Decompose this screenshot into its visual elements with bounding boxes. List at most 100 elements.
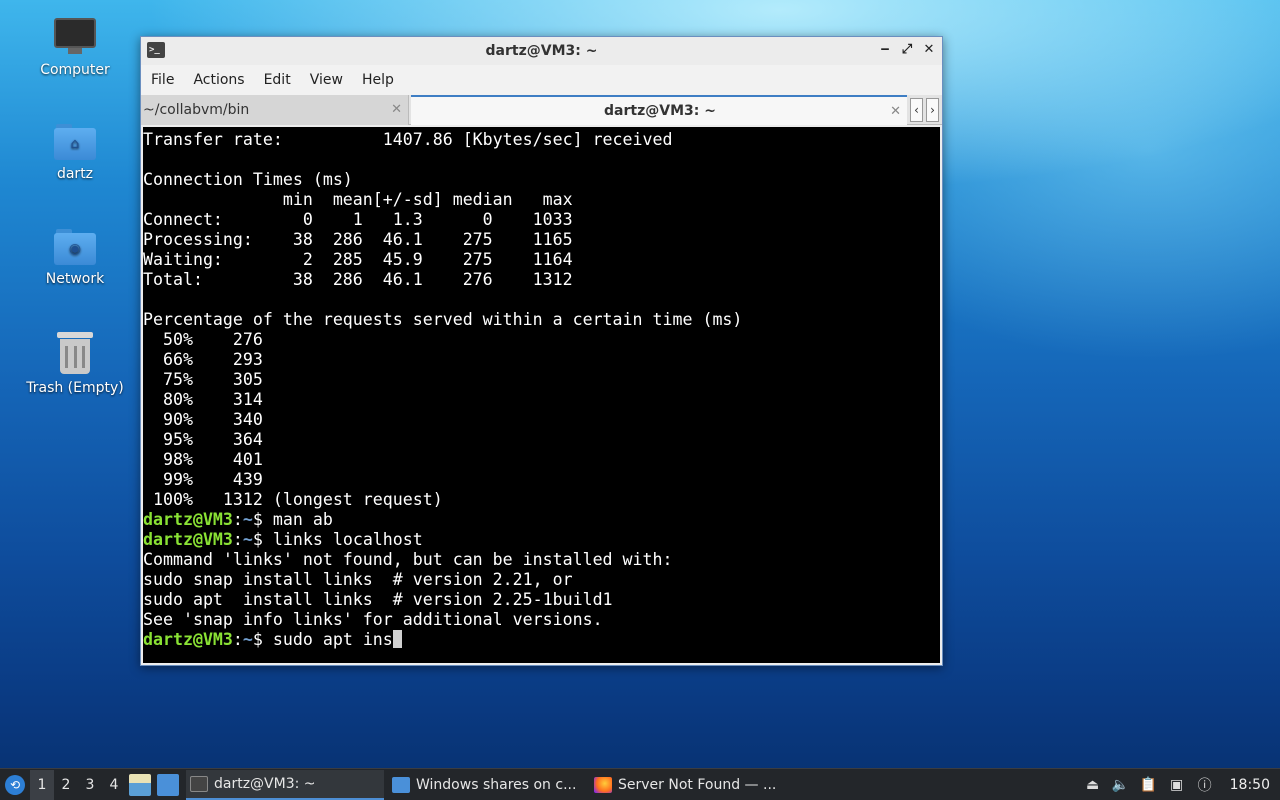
task-label: dartz@VM3: ~ <box>214 775 316 792</box>
prompt-symbol: $ <box>252 510 273 529</box>
menu-actions[interactable]: Actions <box>187 72 257 88</box>
terminal-line: Waiting: 2 285 45.9 275 1164 <box>143 250 573 269</box>
window-titlebar[interactable]: >_ dartz@VM3: ~ ‒ ⤢ ✕ <box>141 37 942 65</box>
network-folder-icon: ◉ <box>54 229 96 265</box>
minimize-button[interactable]: ‒ <box>878 41 892 59</box>
command-text: man ab <box>272 510 333 529</box>
clipboard-icon[interactable]: 📋 <box>1140 776 1158 794</box>
prompt-user-host: dartz@VM3 <box>143 510 233 529</box>
desktop-switch-4[interactable]: 4 <box>102 770 126 800</box>
menu-edit[interactable]: Edit <box>258 72 304 88</box>
close-button[interactable]: ✕ <box>922 41 936 59</box>
desktop-icon-label: Trash (Empty) <box>26 380 124 396</box>
prompt-line-current[interactable]: dartz@VM3:~$ sudo apt ins <box>143 630 940 650</box>
prompt-user-host: dartz@VM3 <box>143 530 233 549</box>
tab-close-icon[interactable]: ✕ <box>391 102 402 117</box>
desktop-icon-trash[interactable]: Trash (Empty) <box>20 332 130 396</box>
prompt-separator: : <box>232 630 243 649</box>
text-cursor <box>392 630 402 648</box>
terminal-line: 50% 276 <box>143 330 263 349</box>
task-firefox[interactable]: Server Not Found — ... <box>590 770 788 800</box>
terminal-line: 98% 401 <box>143 450 263 469</box>
desktop-icon-label: dartz <box>56 166 94 182</box>
desktop-switch-1[interactable]: 1 <box>30 769 54 800</box>
tab-close-icon[interactable]: ✕ <box>890 104 901 119</box>
terminal-line: sudo apt install links # version 2.25-1b… <box>143 590 613 609</box>
desktop-switch-3[interactable]: 3 <box>78 770 102 800</box>
terminal-line: 100% 1312 (longest request) <box>143 490 443 509</box>
trash-icon <box>57 332 93 374</box>
prompt-separator: : <box>232 510 243 529</box>
terminal-window: >_ dartz@VM3: ~ ‒ ⤢ ✕ File Actions Edit … <box>140 36 943 666</box>
terminal-icon <box>190 775 208 792</box>
terminal-line: Processing: 38 286 46.1 275 1165 <box>143 230 573 249</box>
terminal-line: See 'snap info links' for additional ver… <box>143 610 603 629</box>
computer-icon <box>54 18 96 56</box>
terminal-line: Transfer rate: 1407.86 [Kbytes/sec] rece… <box>143 130 673 149</box>
menu-help[interactable]: Help <box>356 72 407 88</box>
maximize-button[interactable]: ⤢ <box>900 41 914 59</box>
terminal-line: 99% 439 <box>143 470 263 489</box>
task-label: Windows shares on c... <box>416 776 577 793</box>
firefox-icon <box>594 776 612 793</box>
prompt-path: ~ <box>242 630 253 649</box>
menu-file[interactable]: File <box>145 72 187 88</box>
task-label: Server Not Found — ... <box>618 776 777 793</box>
start-menu-button[interactable]: ⟲ <box>0 770 30 800</box>
system-tray: ⏏ 🔈 📋 ▣ ⓘ 18:50 <box>1084 776 1280 794</box>
terminal-line: Connection Times (ms) <box>143 170 353 189</box>
prompt-user-host: dartz@VM3 <box>143 630 233 649</box>
desktop-icon-network[interactable]: ◉ Network <box>20 229 130 287</box>
terminal-line: 90% 340 <box>143 410 263 429</box>
show-desktop-icon[interactable] <box>157 773 179 796</box>
tab-scroll-right-button[interactable]: › <box>926 98 939 122</box>
home-folder-icon: ⌂ <box>54 124 96 160</box>
terminal-line: 66% 293 <box>143 350 263 369</box>
terminal-line: sudo snap install links # version 2.21, … <box>143 570 573 589</box>
tab-bar: ~/collabvm/bin ✕ dartz@VM3: ~ ✕ ‹ › <box>141 95 942 125</box>
command-text: links localhost <box>272 530 423 549</box>
menu-view[interactable]: View <box>304 72 356 88</box>
desktop-icon-label: Computer <box>40 62 110 78</box>
prompt-line: dartz@VM3:~$ links localhost <box>143 530 940 550</box>
tab-scroll-left-button[interactable]: ‹ <box>910 98 923 122</box>
taskbar: ⟲ 1 2 3 4 dartz@VM3: ~ Windows shares on… <box>0 768 1280 800</box>
current-input[interactable]: sudo apt ins <box>273 630 393 649</box>
update-icon[interactable]: ⓘ <box>1196 776 1214 794</box>
file-manager-launcher-icon[interactable] <box>129 773 151 796</box>
prompt-path: ~ <box>242 530 253 549</box>
network-icon[interactable]: ▣ <box>1168 776 1186 794</box>
desktop-icon-label: Network <box>45 271 105 287</box>
window-title: dartz@VM3: ~ <box>485 43 598 59</box>
terminal-output[interactable]: Transfer rate: 1407.86 [Kbytes/sec] rece… <box>143 127 940 663</box>
terminal-line: min mean[+/-sd] median max <box>143 190 573 209</box>
terminal-line: Percentage of the requests served within… <box>143 310 743 329</box>
terminal-line: Connect: 0 1 1.3 0 1033 <box>143 210 573 229</box>
task-terminal[interactable]: dartz@VM3: ~ <box>186 769 384 800</box>
terminal-app-icon[interactable]: >_ <box>147 42 165 58</box>
prompt-symbol: $ <box>252 530 273 549</box>
prompt-symbol: $ <box>252 630 273 649</box>
tab-home[interactable]: dartz@VM3: ~ ✕ <box>411 95 907 125</box>
desktop-switch-2[interactable]: 2 <box>54 770 78 800</box>
start-menu-icon: ⟲ <box>5 774 25 795</box>
tab-label: ~/collabvm/bin <box>143 102 250 118</box>
terminal-line: Total: 38 286 46.1 276 1312 <box>143 270 573 289</box>
desktop-icon-computer[interactable]: Computer <box>20 18 130 78</box>
desktop-icon-home[interactable]: ⌂ dartz <box>20 124 130 182</box>
prompt-line: dartz@VM3:~$ man ab <box>143 510 940 530</box>
task-windows-shares[interactable]: Windows shares on c... <box>388 770 586 800</box>
eject-icon[interactable]: ⏏ <box>1084 776 1102 794</box>
terminal-line: 80% 314 <box>143 390 263 409</box>
prompt-path: ~ <box>242 510 253 529</box>
terminal-line: 75% 305 <box>143 370 263 389</box>
menu-bar: File Actions Edit View Help <box>141 65 942 95</box>
tab-label: dartz@VM3: ~ <box>604 103 716 119</box>
volume-icon[interactable]: 🔈 <box>1112 776 1130 794</box>
terminal-line: Command 'links' not found, but can be in… <box>143 550 673 569</box>
clock[interactable]: 18:50 <box>1230 777 1270 793</box>
prompt-separator: : <box>232 530 243 549</box>
tab-collabvm-bin[interactable]: ~/collabvm/bin ✕ <box>141 95 409 125</box>
